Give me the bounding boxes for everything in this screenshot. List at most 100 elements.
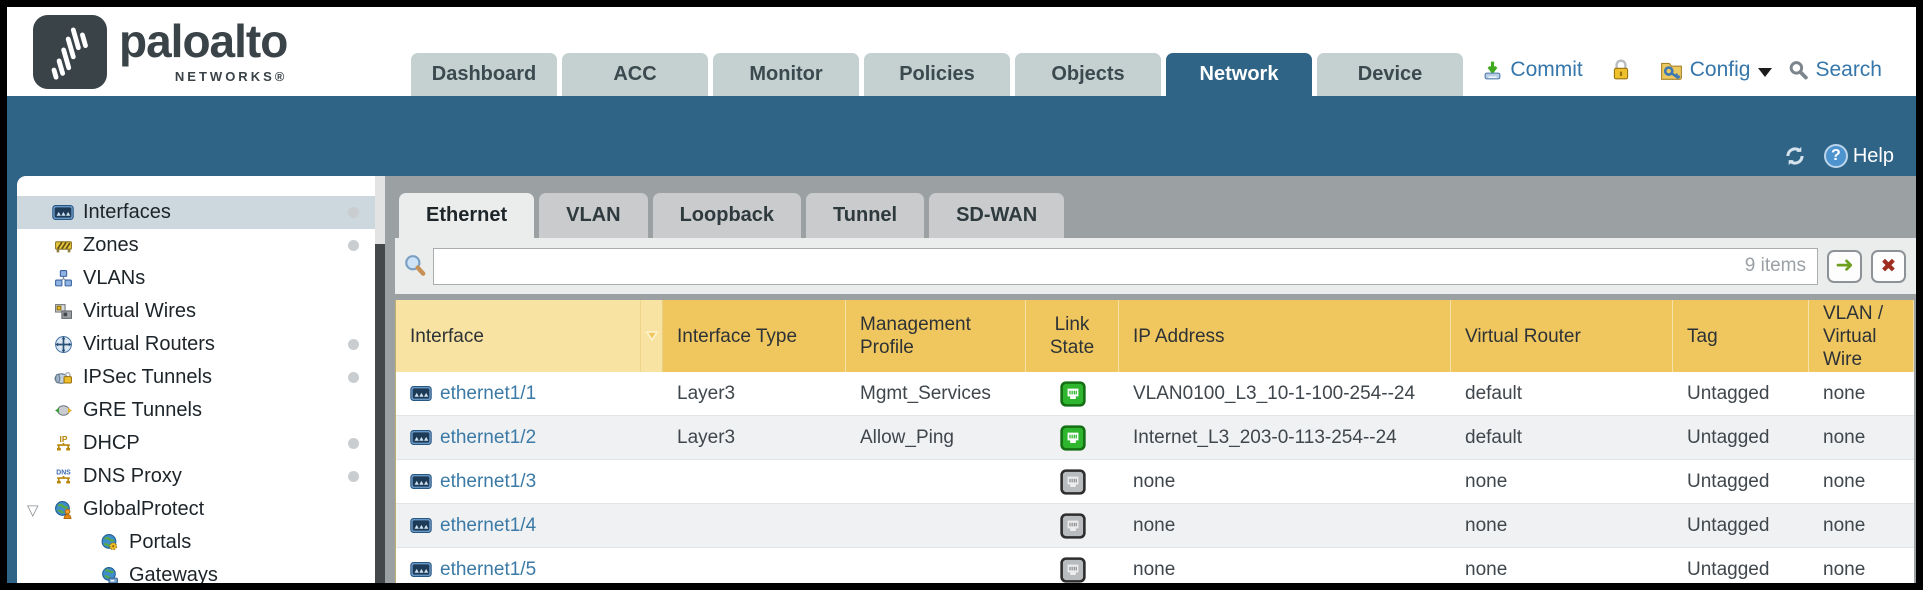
tree-expand-icon[interactable]: ▽ [27,501,39,519]
chevron-down-icon [1758,68,1772,77]
table-row[interactable]: ethernet1/4 none none Untagged none [396,504,1914,548]
sidebar-item-virtual-wires[interactable]: Virtual Wires [17,295,385,328]
nic-icon [410,562,432,577]
commit-button[interactable]: Commit [1481,58,1582,82]
column-header-vlan-virtual-wire[interactable]: VLAN / Virtual Wire [1809,300,1914,372]
nav-tab-objects[interactable]: Objects [1015,53,1161,96]
commit-icon [1481,60,1504,81]
gre-tunnels-icon [51,401,75,420]
interfaces-icon [51,205,75,220]
tab-loopback[interactable]: Loopback [653,193,801,238]
sidebar-item-dhcp[interactable]: IP DHCP [17,427,385,460]
nic-icon [410,386,432,401]
sidebar-item-gre-tunnels[interactable]: GRE Tunnels [17,394,385,427]
column-header-link-state[interactable]: Link State [1026,300,1119,372]
sidebar-scrollbar[interactable] [375,176,385,585]
column-header-interface-type[interactable]: Interface Type [663,300,846,372]
table-row[interactable]: ethernet1/1 Layer3 Mgmt_Services VLAN010… [396,372,1914,416]
link-state-down-icon [1060,513,1086,539]
link-state-down-icon [1060,557,1086,583]
filter-input[interactable] [433,248,1818,285]
nic-icon [410,430,432,445]
sidebar-item-vlans[interactable]: VLANs [17,262,385,295]
sidebar-item-globalprotect[interactable]: ▽ GlobalProtect [17,493,385,526]
interface-link[interactable]: ethernet1/5 [440,559,536,581]
table-row[interactable]: ethernet1/5 none none Untagged none [396,548,1914,585]
filter-search-icon [403,254,427,278]
main-content: Ethernet VLAN Loopback Tunnel SD-WAN 9 i… [385,176,1916,585]
status-dot [348,471,359,482]
sidebar-item-zones[interactable]: Zones [17,229,385,262]
tab-ethernet[interactable]: Ethernet [399,193,534,238]
table-row[interactable]: ethernet1/3 none none Untagged none [396,460,1914,504]
config-menu[interactable]: Config [1659,58,1779,82]
interface-link[interactable]: ethernet1/4 [440,515,536,537]
column-header-management-profile[interactable]: Management Profile [846,300,1026,372]
search-button[interactable]: Search [1788,58,1882,82]
green-arrow-icon: ➜ [1835,254,1853,276]
zones-icon [51,236,75,255]
gateways-icon [97,566,121,585]
sidebar-item-ipsec-tunnels[interactable]: IPSec Tunnels [17,361,385,394]
ipsec-tunnels-icon [51,368,75,387]
help-icon: ? [1824,144,1848,168]
sidebar-item-gateways[interactable]: Gateways [17,559,385,585]
column-header-interface[interactable]: Interface [396,300,641,372]
sidebar-item-portals[interactable]: Portals [17,526,385,559]
link-state-up-icon [1060,381,1086,407]
virtual-routers-icon [51,335,75,354]
tab-sdwan[interactable]: SD-WAN [929,193,1064,238]
config-icon [1659,59,1684,81]
nav-tab-monitor[interactable]: Monitor [713,53,859,96]
status-dot [348,240,359,251]
interfaces-table: Interface Interface Type Management Prof… [395,300,1914,585]
sidebar-item-virtual-routers[interactable]: Virtual Routers [17,328,385,361]
nic-icon [410,474,432,489]
main-nav: Dashboard ACC Monitor Policies Objects N… [411,53,1463,96]
sidebar-item-interfaces[interactable]: Interfaces [17,196,385,229]
interface-link[interactable]: ethernet1/1 [440,383,536,405]
network-sidebar: Interfaces Zones VLANs Virtua [17,176,385,585]
nav-tab-device[interactable]: Device [1317,53,1463,96]
nav-tab-policies[interactable]: Policies [864,53,1010,96]
tab-vlan[interactable]: VLAN [539,193,647,238]
status-dot [348,372,359,383]
nav-tab-network[interactable]: Network [1166,53,1312,96]
logo-brand: paloalto [119,15,287,67]
table-row[interactable]: ethernet1/2 Layer3 Allow_Ping Internet_L… [396,416,1914,460]
help-button[interactable]: ? Help [1824,144,1894,168]
nic-icon [410,518,432,533]
interface-type-tabs: Ethernet VLAN Loopback Tunnel SD-WAN [395,193,1916,238]
lock-icon[interactable] [1611,59,1631,81]
column-header-virtual-router[interactable]: Virtual Router [1451,300,1673,372]
status-dot [348,438,359,449]
column-filter-dropdown[interactable] [641,300,663,372]
globalprotect-icon [51,500,75,519]
column-header-tag[interactable]: Tag [1673,300,1809,372]
dhcp-icon: IP [51,434,75,453]
portals-icon [97,533,121,552]
status-dot [348,339,359,350]
nav-tab-acc[interactable]: ACC [562,53,708,96]
filter-bar: 9 items ➜ ✖ [395,238,1916,294]
header-utilities: Commit Config [1481,58,1882,82]
refresh-icon[interactable] [1782,144,1808,168]
link-state-up-icon [1060,425,1086,451]
status-dot [348,207,359,218]
interface-link[interactable]: ethernet1/2 [440,427,536,449]
red-x-icon: ✖ [1881,257,1897,276]
link-state-down-icon [1060,469,1086,495]
paloalto-logo-icon [33,15,107,89]
column-header-ip-address[interactable]: IP Address [1119,300,1451,372]
search-icon [1788,60,1809,81]
tab-tunnel[interactable]: Tunnel [806,193,924,238]
table-header: Interface Interface Type Management Prof… [396,300,1914,372]
nav-tab-dashboard[interactable]: Dashboard [411,53,557,96]
clear-filter-button[interactable]: ✖ [1871,250,1906,283]
apply-filter-button[interactable]: ➜ [1827,250,1862,283]
svg-text:IP: IP [59,434,67,444]
top-bar: paloalto NETWORKS® Dashboard ACC Monitor… [7,7,1916,96]
scrollbar-thumb[interactable] [375,244,385,585]
interface-link[interactable]: ethernet1/3 [440,471,536,493]
sidebar-item-dns-proxy[interactable]: DNS DNS Proxy [17,460,385,493]
